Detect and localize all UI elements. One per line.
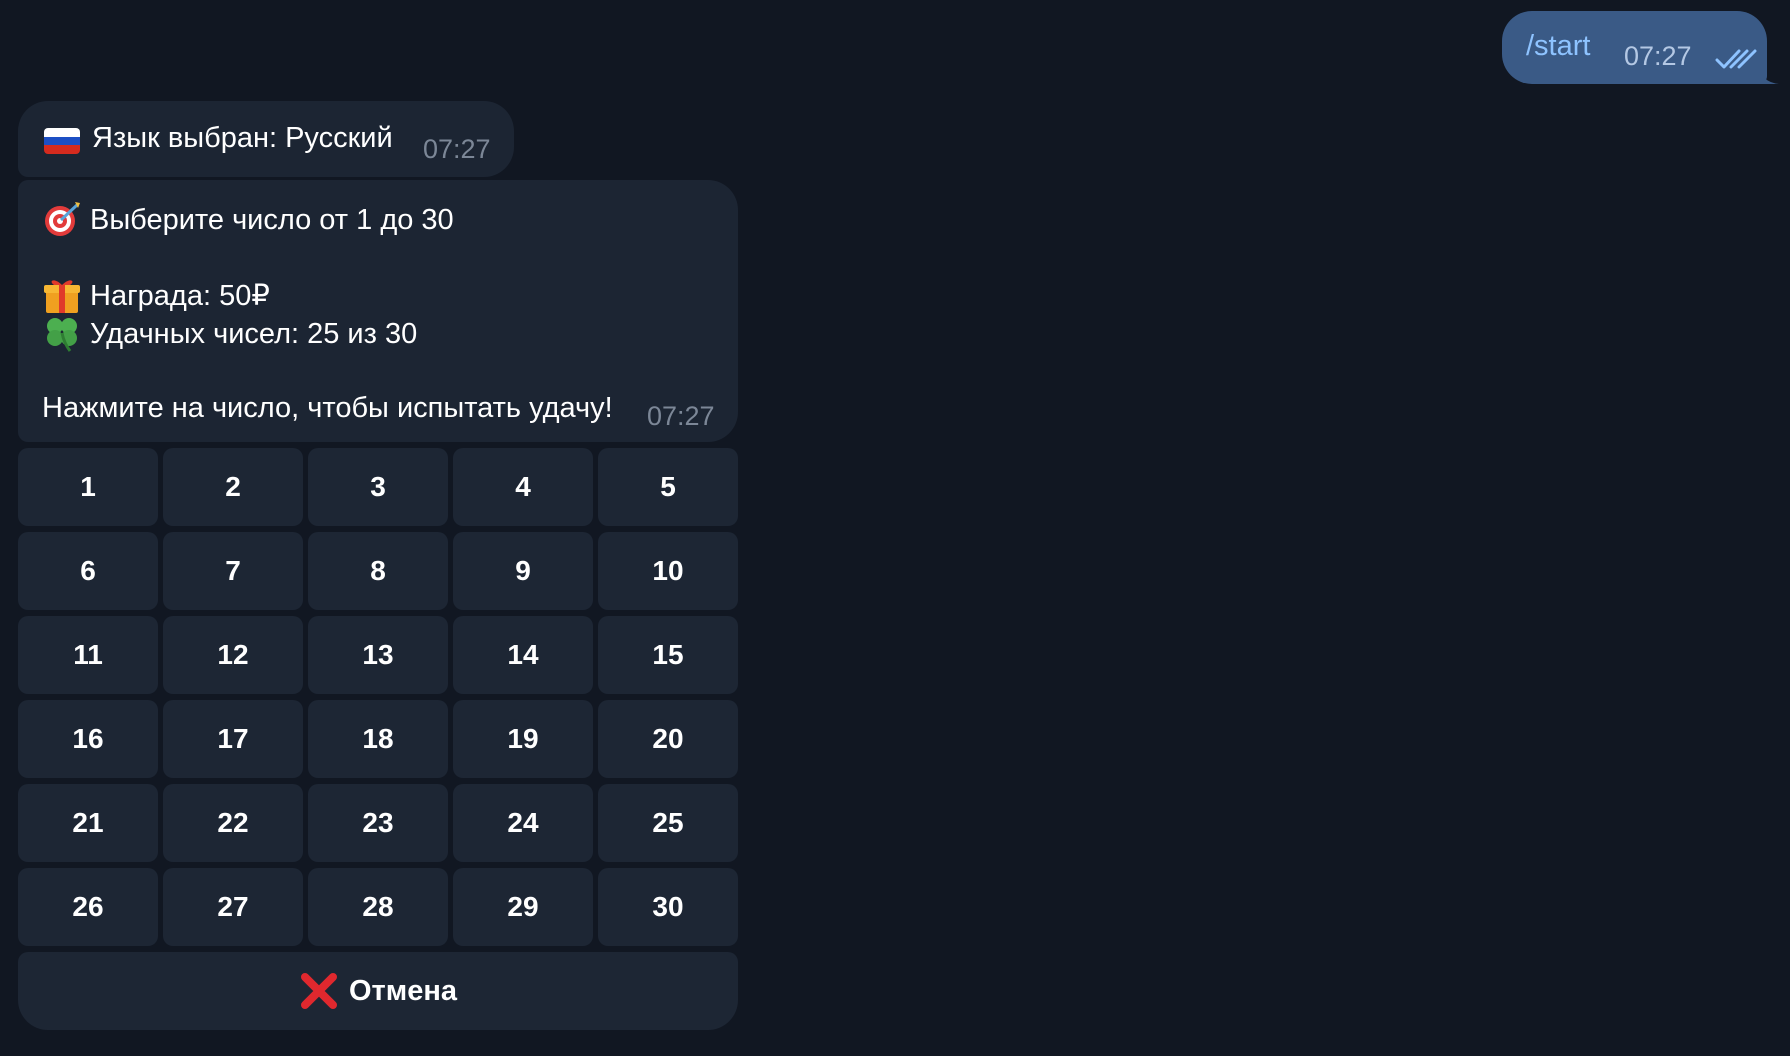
dart-target-icon xyxy=(45,202,80,236)
number-button-26[interactable]: 26 xyxy=(18,868,158,946)
number-button-29[interactable]: 29 xyxy=(453,868,593,946)
number-button-28[interactable]: 28 xyxy=(308,868,448,946)
message-line-2-text: Награда: 50₽ xyxy=(90,280,270,312)
double-check-icon xyxy=(1715,49,1757,69)
cancel-button-label: Отмена xyxy=(349,974,457,1007)
number-button-22[interactable]: 22 xyxy=(163,784,303,862)
command-link[interactable]: /start xyxy=(1526,30,1590,63)
message-line-3: Удачных чисел: 25 из 30 xyxy=(42,313,417,353)
number-button-5[interactable]: 5 xyxy=(598,448,738,526)
message-time: 07:27 xyxy=(1624,41,1692,71)
number-button-12[interactable]: 12 xyxy=(163,616,303,694)
number-button-27[interactable]: 27 xyxy=(163,868,303,946)
bubble-tail xyxy=(1759,66,1779,84)
incoming-message-language: Язык выбран: Русский 07:27 xyxy=(18,101,514,177)
message-line-2: Награда: 50₽ xyxy=(42,275,270,315)
number-button-3[interactable]: 3 xyxy=(308,448,448,526)
cancel-button[interactable]: Отмена xyxy=(18,952,738,1030)
incoming-message-game: Выберите число от 1 до 30 Награда: 50₽ У… xyxy=(18,180,738,442)
message-time: 07:27 xyxy=(647,401,715,431)
number-button-20[interactable]: 20 xyxy=(598,700,738,778)
number-button-21[interactable]: 21 xyxy=(18,784,158,862)
number-button-13[interactable]: 13 xyxy=(308,616,448,694)
four-leaf-clover-icon xyxy=(47,318,77,352)
number-button-9[interactable]: 9 xyxy=(453,532,593,610)
number-button-11[interactable]: 11 xyxy=(18,616,158,694)
russia-flag-icon xyxy=(44,128,80,154)
message-time: 07:27 xyxy=(423,134,491,164)
outgoing-message[interactable]: /start 07:27 xyxy=(1502,11,1779,84)
number-button-17[interactable]: 17 xyxy=(163,700,303,778)
number-button-6[interactable]: 6 xyxy=(18,532,158,610)
number-button-8[interactable]: 8 xyxy=(308,532,448,610)
number-button-30[interactable]: 30 xyxy=(598,868,738,946)
number-button-16[interactable]: 16 xyxy=(18,700,158,778)
number-button-23[interactable]: 23 xyxy=(308,784,448,862)
number-button-14[interactable]: 14 xyxy=(453,616,593,694)
red-x-icon xyxy=(301,973,337,1009)
number-button-24[interactable]: 24 xyxy=(453,784,593,862)
message-line-3-text: Удачных чисел: 25 из 30 xyxy=(90,318,418,350)
number-button-1[interactable]: 1 xyxy=(18,448,158,526)
gift-icon xyxy=(44,280,80,313)
number-button-10[interactable]: 10 xyxy=(598,532,738,610)
number-button-25[interactable]: 25 xyxy=(598,784,738,862)
number-button-15[interactable]: 15 xyxy=(598,616,738,694)
message-line-4: Нажмите на число, чтобы испытать удачу! xyxy=(42,392,613,424)
number-button-18[interactable]: 18 xyxy=(308,700,448,778)
message-line-1-text: Выберите число от 1 до 30 xyxy=(90,204,454,236)
chat-area: /start 07:27 Язык выбран: Русский 07:27 xyxy=(0,0,1790,1056)
number-button-4[interactable]: 4 xyxy=(453,448,593,526)
number-button-19[interactable]: 19 xyxy=(453,700,593,778)
message-line-1: Выберите число от 1 до 30 xyxy=(42,199,454,239)
number-button-2[interactable]: 2 xyxy=(163,448,303,526)
number-button-7[interactable]: 7 xyxy=(163,532,303,610)
message-text: Язык выбран: Русский xyxy=(92,122,393,154)
